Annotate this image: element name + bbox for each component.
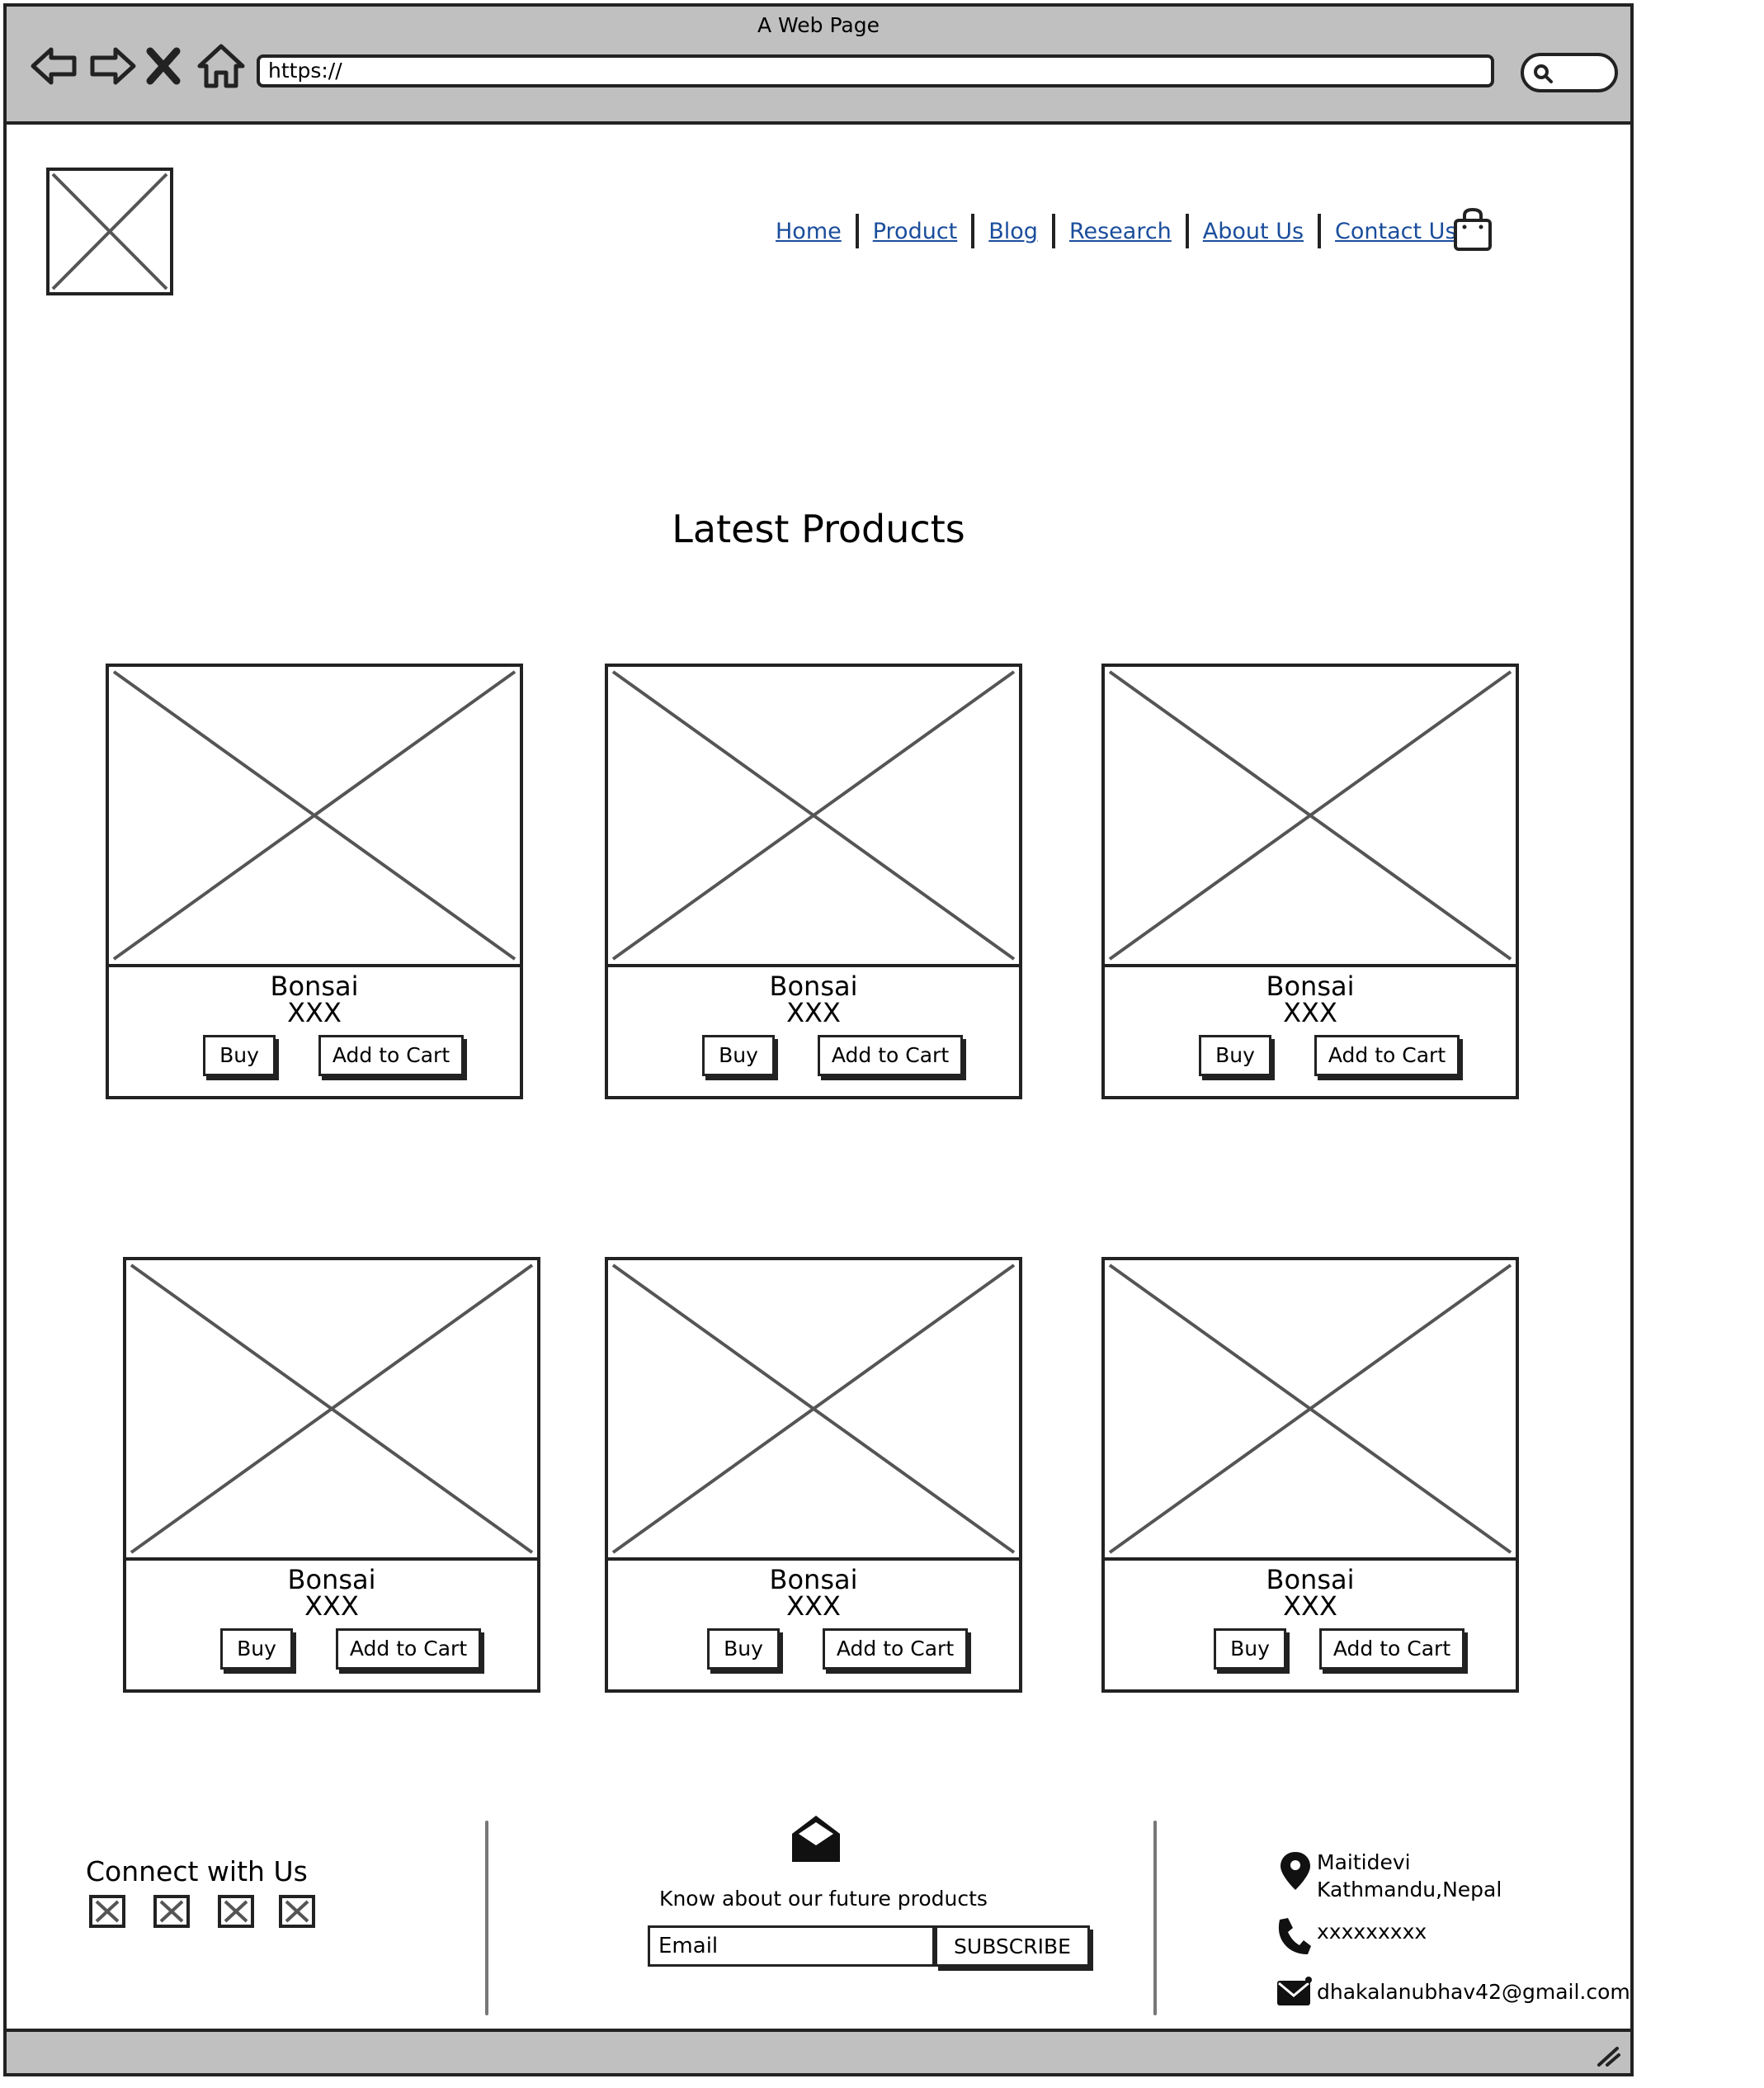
buy-button[interactable]: Buy xyxy=(1214,1628,1286,1670)
product-price: XXX xyxy=(786,1590,841,1622)
footer-divider xyxy=(1153,1821,1157,2015)
add-to-cart-button[interactable]: Add to Cart xyxy=(818,1035,963,1076)
buy-button[interactable]: Buy xyxy=(707,1628,780,1670)
browser-window: A Web Page https:// Home Product Blog Re… xyxy=(3,3,1634,2076)
add-to-cart-button[interactable]: Add to Cart xyxy=(1319,1628,1464,1670)
product-image-placeholder xyxy=(1105,1260,1516,1561)
forward-arrow-icon[interactable] xyxy=(86,40,139,92)
product-image-placeholder xyxy=(126,1260,537,1561)
browser-statusbar xyxy=(7,2029,1630,2073)
connect-title: Connect with Us xyxy=(86,1855,308,1887)
location-pin-icon xyxy=(1277,1850,1314,1892)
add-to-cart-button[interactable]: Add to Cart xyxy=(318,1035,464,1076)
social-icon-placeholder[interactable] xyxy=(279,1895,315,1928)
buy-button[interactable]: Buy xyxy=(1199,1035,1271,1076)
back-arrow-icon[interactable] xyxy=(28,40,81,92)
buy-button[interactable]: Buy xyxy=(702,1035,775,1076)
product-price: XXX xyxy=(304,1590,359,1622)
product-image-placeholder xyxy=(608,667,1019,967)
main-navigation: Home Product Blog Research About Us Cont… xyxy=(762,211,1471,251)
product-card: Bonsai XXX Buy Add to Cart xyxy=(605,664,1022,1099)
contact-address-line1: Maitidevi xyxy=(1317,1850,1411,1874)
social-icon-placeholder[interactable] xyxy=(218,1895,254,1928)
product-card: Bonsai XXX Buy Add to Cart xyxy=(1101,1257,1519,1693)
nav-link-about-us[interactable]: About Us xyxy=(1189,219,1318,244)
phone-icon xyxy=(1275,1915,1311,1956)
home-icon[interactable] xyxy=(195,40,248,92)
nav-link-home[interactable]: Home xyxy=(762,219,856,244)
buy-button[interactable]: Buy xyxy=(203,1035,276,1076)
resize-grip-icon[interactable] xyxy=(1594,2040,1622,2068)
browser-titlebar: A Web Page https:// xyxy=(7,7,1630,125)
nav-link-contact-us[interactable]: Contact Us xyxy=(1321,219,1470,244)
page-content: Home Product Blog Research About Us Cont… xyxy=(7,125,1630,2032)
shopping-bag-icon[interactable] xyxy=(1452,207,1493,252)
add-to-cart-button[interactable]: Add to Cart xyxy=(1314,1035,1460,1076)
contact-email[interactable]: dhakalanubhav42@gmail.com xyxy=(1317,1978,1630,2005)
section-title: Latest Products xyxy=(672,507,965,551)
contact-address-line2: Kathmandu,Nepal xyxy=(1317,1878,1502,1901)
contact-phone: xxxxxxxxx xyxy=(1317,1920,1427,1944)
address-bar[interactable]: https:// xyxy=(257,54,1494,87)
newsletter-email-input[interactable] xyxy=(648,1925,935,1967)
add-to-cart-button[interactable]: Add to Cart xyxy=(336,1628,481,1670)
product-price: XXX xyxy=(287,997,342,1028)
product-card: Bonsai XXX Buy Add to Cart xyxy=(106,664,523,1099)
product-card: Bonsai XXX Buy Add to Cart xyxy=(1101,664,1519,1099)
footer-divider xyxy=(485,1821,488,2015)
site-logo[interactable] xyxy=(46,168,173,295)
browser-search-field[interactable] xyxy=(1521,53,1618,92)
product-image-placeholder xyxy=(109,667,520,967)
nav-link-product[interactable]: Product xyxy=(859,219,972,244)
product-price: XXX xyxy=(1283,997,1337,1028)
social-icon-placeholder[interactable] xyxy=(89,1895,125,1928)
product-card: Bonsai XXX Buy Add to Cart xyxy=(123,1257,540,1693)
product-image-placeholder xyxy=(1105,667,1516,967)
product-image-placeholder xyxy=(608,1260,1019,1561)
nav-link-research[interactable]: Research xyxy=(1055,219,1186,244)
product-price: XXX xyxy=(1283,1590,1337,1622)
window-title: A Web Page xyxy=(757,13,880,37)
newsletter-text: Know about our future products xyxy=(659,1887,988,1911)
product-price: XXX xyxy=(786,997,841,1028)
subscribe-button[interactable]: SUBSCRIBE xyxy=(935,1925,1090,1967)
mail-icon xyxy=(1276,1976,1312,2009)
product-card: Bonsai XXX Buy Add to Cart xyxy=(605,1257,1022,1693)
social-icon-placeholder[interactable] xyxy=(153,1895,190,1928)
nav-link-blog[interactable]: Blog xyxy=(974,219,1052,244)
open-envelope-icon xyxy=(789,1811,843,1865)
search-icon xyxy=(1534,64,1553,83)
buy-button[interactable]: Buy xyxy=(220,1628,293,1670)
close-icon[interactable] xyxy=(144,40,183,92)
page-footer: Connect with Us Know about our future pr… xyxy=(7,1811,1630,2032)
add-to-cart-button[interactable]: Add to Cart xyxy=(823,1628,968,1670)
